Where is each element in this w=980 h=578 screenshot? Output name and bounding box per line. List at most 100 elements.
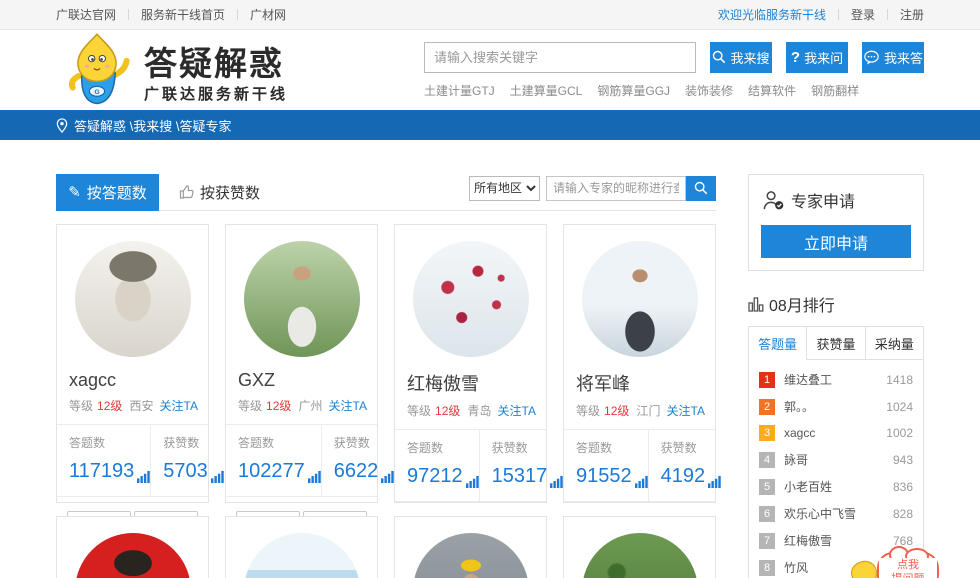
answers-count: 102277 <box>238 460 305 483</box>
site-header: G 答疑解惑 广联达服务新干线 我来搜 <box>0 30 980 110</box>
answers-count: 117193 <box>69 460 134 483</box>
level-label: 等级 <box>407 402 431 419</box>
likes-label: 获赞数 <box>492 439 564 456</box>
likes-count: 15317 <box>492 465 548 488</box>
pencil-icon: ✎ <box>68 183 81 201</box>
follow-link[interactable]: 关注TA <box>667 402 705 419</box>
avatar[interactable] <box>244 241 360 357</box>
level-value: 12级 <box>604 402 629 419</box>
bar-chart-icon <box>211 470 224 483</box>
expert-card: GXZ 等级 12级 广州 关注TA 答题数 102277 <box>225 224 378 503</box>
avatar[interactable] <box>582 533 698 578</box>
welcome-link[interactable]: 欢迎光临服务新干线 <box>718 6 826 23</box>
rank-value: 1024 <box>886 400 913 414</box>
breadcrumb: 答疑解惑 \我来搜 \答疑专家 <box>74 116 231 135</box>
expert-name[interactable]: 红梅傲雪 <box>407 370 546 396</box>
site-logo[interactable]: G 答疑解惑 广联达服务新干线 <box>56 32 288 108</box>
rank-user-link[interactable]: 郭。。 <box>784 398 814 415</box>
separator <box>838 9 839 20</box>
mascot-mini-icon <box>848 558 880 578</box>
expert-name[interactable]: xagcc <box>69 370 208 391</box>
rank-user-link[interactable]: xagcc <box>784 426 815 440</box>
speech-bubble-icon <box>863 50 880 65</box>
bar-chart-icon <box>635 475 648 488</box>
rank-user-link[interactable]: 维达叠工 <box>784 371 832 388</box>
avatar[interactable] <box>75 533 191 578</box>
hot-link[interactable]: 结算软件 <box>748 82 796 99</box>
answers-count: 91552 <box>576 465 632 488</box>
hot-link[interactable]: 钢筋算量GGJ <box>597 82 670 99</box>
bar-chart-icon <box>466 475 479 488</box>
hot-link[interactable]: 钢筋翻样 <box>811 82 859 99</box>
rank-chart-icon <box>748 297 764 312</box>
follow-link[interactable]: 关注TA <box>498 402 536 419</box>
ask-button-label: 我来问 <box>804 48 843 67</box>
rank-value: 836 <box>893 480 913 494</box>
ranking-table: 答题量 获赞量 采纳量 1 维达叠工 1418 2 郭。。 1024 <box>748 326 924 578</box>
mascot-icon: G <box>56 32 138 108</box>
expert-card: xagcc 等级 12级 西安 关注TA 答题数 117193 <box>56 224 209 503</box>
rank-user-link[interactable]: 红梅傲雪 <box>784 532 832 549</box>
bar-chart-icon <box>708 475 721 488</box>
topbar-link-gcw[interactable]: 广材网 <box>250 6 286 23</box>
rank-value: 1418 <box>886 373 913 387</box>
rank-badge: 7 <box>759 533 775 549</box>
ask-button[interactable]: ? 我来问 <box>786 42 848 73</box>
login-link[interactable]: 登录 <box>851 6 875 23</box>
rank-tab-accepted[interactable]: 采纳量 <box>865 327 923 360</box>
likes-count: 6622 <box>334 460 379 483</box>
location-pin-icon <box>56 118 68 133</box>
avatar[interactable] <box>75 241 191 357</box>
expert-name[interactable]: 将军峰 <box>576 370 715 396</box>
topbar-link-home[interactable]: 服务新干线首页 <box>141 6 225 23</box>
expert-search-input[interactable] <box>546 176 686 201</box>
rank-tab-answers[interactable]: 答题量 <box>749 327 806 360</box>
expert-card <box>394 516 547 578</box>
avatar[interactable] <box>244 533 360 578</box>
ask-cloud-bubble[interactable]: 点我 提问题 <box>877 552 939 578</box>
expert-name[interactable]: GXZ <box>238 370 377 391</box>
register-link[interactable]: 注册 <box>900 6 924 23</box>
tab-label: 按获赞数 <box>200 182 260 203</box>
rank-badge: 5 <box>759 479 775 495</box>
hot-link[interactable]: 装饰装修 <box>685 82 733 99</box>
rank-value: 828 <box>893 507 913 521</box>
search-button-label: 我来搜 <box>730 48 769 67</box>
rank-tab-likes[interactable]: 获赞量 <box>806 327 864 360</box>
answers-count: 97212 <box>407 465 463 488</box>
tab-by-like-count[interactable]: 按获赞数 <box>179 182 260 203</box>
region-select[interactable]: 所有地区 <box>469 176 540 201</box>
expert-card <box>225 516 378 578</box>
hot-link[interactable]: 土建算量GCL <box>510 82 583 99</box>
breadcrumb-bar: 答疑解惑 \我来搜 \答疑专家 <box>0 110 980 140</box>
rank-badge: 1 <box>759 372 775 388</box>
rank-user-link[interactable]: 欢乐心中飞雪 <box>784 505 856 522</box>
rank-user-link[interactable]: 小老百姓 <box>784 478 832 495</box>
hot-link[interactable]: 土建计量GTJ <box>424 82 495 99</box>
level-value: 12级 <box>97 397 122 414</box>
expert-city: 青岛 <box>468 402 492 419</box>
search-button[interactable]: 我来搜 <box>710 42 772 73</box>
expert-search-button[interactable] <box>686 176 716 201</box>
floating-ask-widget[interactable]: 点我 提问题 <box>845 548 945 578</box>
rank-row: 3 xagcc 1002 <box>749 420 923 446</box>
rank-user-link[interactable]: 詠哥 <box>784 451 808 468</box>
rank-row: 5 小老百姓 836 <box>749 473 923 500</box>
avatar[interactable] <box>582 241 698 357</box>
avatar[interactable] <box>413 533 529 578</box>
tab-by-answer-count[interactable]: ✎ 按答题数 <box>56 174 159 211</box>
follow-link[interactable]: 关注TA <box>160 397 198 414</box>
rank-value: 943 <box>893 453 913 467</box>
rank-badge: 2 <box>759 399 775 415</box>
apply-now-button[interactable]: 立即申请 <box>761 225 911 258</box>
level-label: 等级 <box>576 402 600 419</box>
follow-link[interactable]: 关注TA <box>329 397 367 414</box>
ask-bubble-line1: 点我 <box>879 558 937 572</box>
rank-user-link[interactable]: 竹风 <box>784 559 808 576</box>
topbar-link-glodon[interactable]: 广联达官网 <box>56 6 116 23</box>
avatar[interactable] <box>413 241 529 357</box>
answer-button[interactable]: 我来答 <box>862 42 924 73</box>
separator <box>128 9 129 20</box>
search-input[interactable] <box>424 42 696 73</box>
answers-label: 答题数 <box>407 439 479 456</box>
